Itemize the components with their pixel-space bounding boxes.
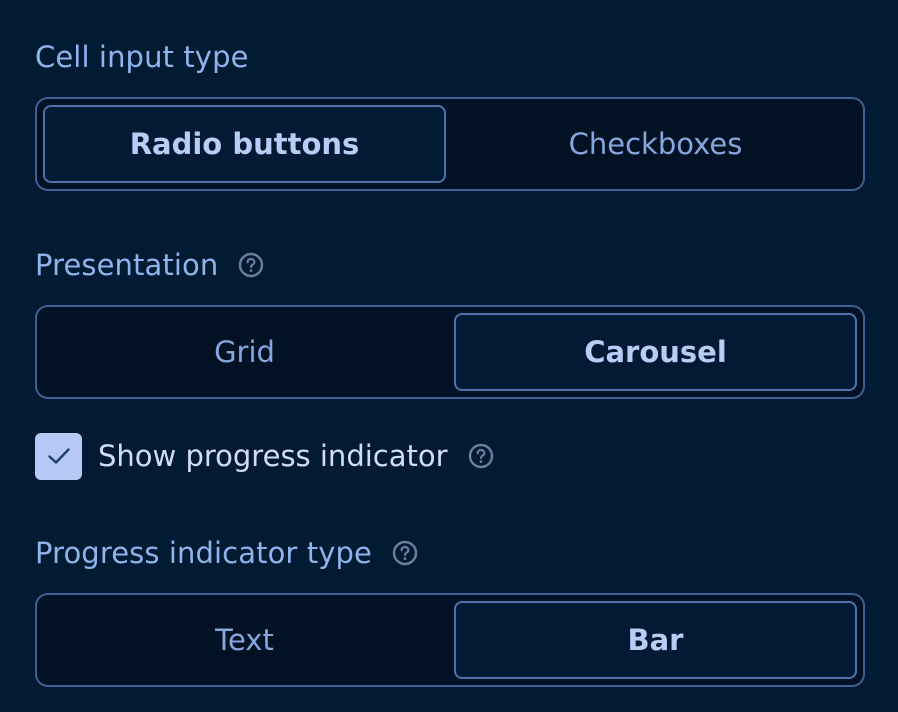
presentation-label-row: Presentation: [35, 245, 264, 285]
radio-buttons-option[interactable]: Radio buttons: [43, 105, 446, 183]
show-progress-row: Show progress indicator: [35, 432, 494, 480]
presentation-selector: Grid Carousel: [35, 305, 865, 399]
progress-type-label-row: Progress indicator type: [35, 533, 418, 573]
question-circle-icon[interactable]: [392, 540, 418, 566]
show-progress-checkbox[interactable]: [35, 432, 82, 480]
checkmark-icon: [47, 448, 70, 464]
carousel-option[interactable]: Carousel: [454, 313, 857, 391]
settings-panel: Cell input type Radio buttons Checkboxes…: [0, 0, 898, 712]
cell-input-type-label-row: Cell input type: [35, 37, 249, 77]
progress-type-selector: Text Bar: [35, 593, 865, 687]
grid-option[interactable]: Grid: [43, 313, 446, 391]
text-option[interactable]: Text: [43, 601, 446, 679]
bar-option[interactable]: Bar: [454, 601, 857, 679]
checkboxes-option[interactable]: Checkboxes: [454, 105, 857, 183]
question-circle-icon[interactable]: [238, 252, 264, 278]
cell-input-type-selector: Radio buttons Checkboxes: [35, 97, 865, 191]
show-progress-label: Show progress indicator: [98, 439, 448, 473]
presentation-label: Presentation: [35, 248, 219, 282]
cell-input-type-label: Cell input type: [35, 40, 249, 74]
progress-type-label: Progress indicator type: [35, 536, 372, 570]
question-circle-icon[interactable]: [468, 443, 494, 469]
